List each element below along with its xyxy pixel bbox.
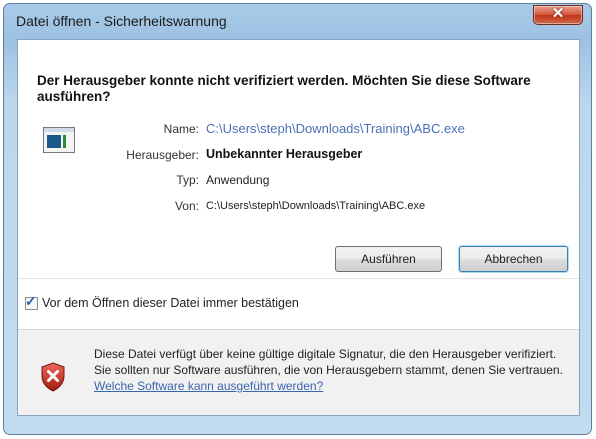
dialog-content: Der Herausgeber konnte nicht verifiziert… bbox=[17, 39, 580, 416]
checkmark-icon: ✓ bbox=[25, 293, 37, 309]
dialog-heading: Der Herausgeber konnte nicht verifiziert… bbox=[37, 73, 531, 104]
name-value: C:\Users\steph\Downloads\Training\ABC.ex… bbox=[206, 121, 465, 136]
warning-footer: Diese Datei verfügt über keine gültige d… bbox=[18, 330, 579, 415]
divider bbox=[18, 278, 579, 279]
name-label: Name: bbox=[163, 122, 199, 136]
publisher-label: Herausgeber: bbox=[126, 148, 199, 162]
dialog-window: Datei öffnen - Sicherheitswarnung ✕ Der … bbox=[3, 3, 592, 435]
always-confirm-label[interactable]: Vor dem Öffnen dieser Datei immer bestät… bbox=[42, 296, 299, 310]
title-bar[interactable]: Datei öffnen - Sicherheitswarnung ✕ bbox=[4, 4, 591, 38]
warning-text: Diese Datei verfügt über keine gültige d… bbox=[94, 347, 563, 377]
type-value: Anwendung bbox=[206, 173, 270, 187]
red-shield-x-icon bbox=[41, 362, 65, 392]
from-value: C:\Users\steph\Downloads\Training\ABC.ex… bbox=[206, 200, 426, 212]
from-label: Von: bbox=[174, 199, 199, 213]
warning-message: Diese Datei verfügt über keine gültige d… bbox=[94, 346, 564, 394]
run-button[interactable]: Ausführen bbox=[335, 246, 442, 272]
publisher-value: Unbekannter Herausgeber bbox=[206, 147, 363, 161]
cancel-button[interactable]: Abbrechen bbox=[459, 246, 568, 272]
close-icon: ✕ bbox=[551, 5, 565, 22]
window-title: Datei öffnen - Sicherheitswarnung bbox=[16, 13, 227, 29]
close-button[interactable]: ✕ bbox=[533, 5, 583, 25]
type-label: Typ: bbox=[176, 173, 199, 187]
always-confirm-checkbox[interactable]: ✓ bbox=[25, 293, 38, 310]
which-software-link[interactable]: Welche Software kann ausgeführt werden? bbox=[94, 379, 323, 393]
